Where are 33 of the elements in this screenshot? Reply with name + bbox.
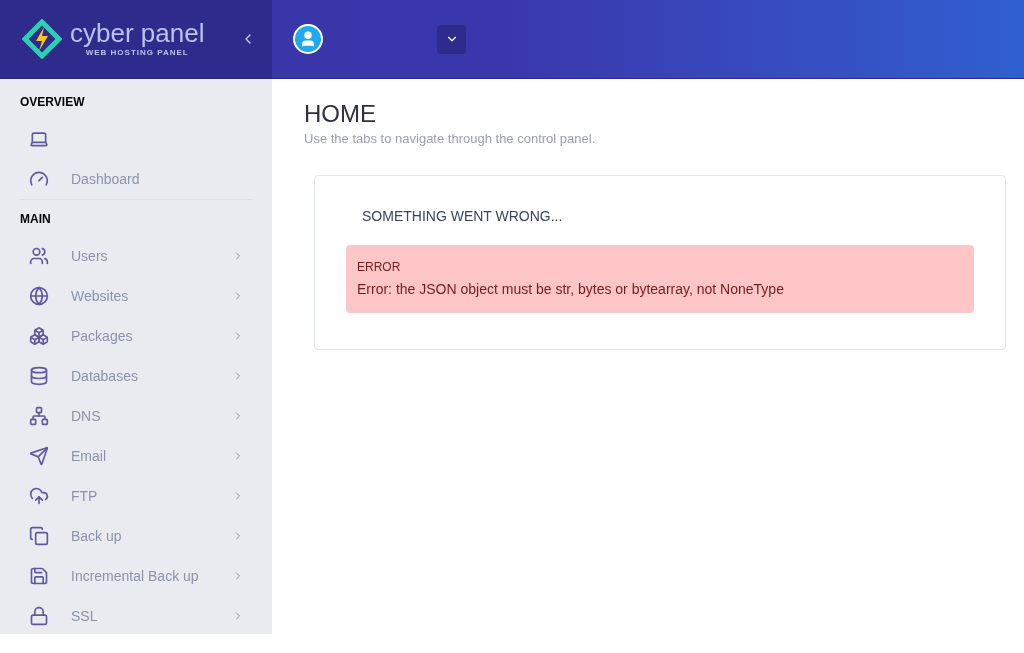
cloud-upload-icon: [29, 486, 49, 506]
sidebar-item[interactable]: Users: [20, 236, 252, 276]
sidebar-item[interactable]: DNS: [20, 396, 252, 436]
sidebar-item[interactable]: Databases: [20, 356, 252, 396]
globe-icon: [29, 286, 49, 306]
sidebar-item[interactable]: Websites: [20, 276, 252, 316]
copy-icon: [29, 526, 49, 546]
page-title: HOME: [304, 99, 377, 129]
page-subtitle: Use the tabs to navigate through the control panel.: [304, 130, 597, 148]
sidebar-item[interactable]: Packages: [20, 316, 252, 356]
logo-name: cyber panel: [70, 19, 205, 47]
sidebar-item[interactable]: Email: [20, 436, 252, 476]
alert-title: ERROR: [357, 258, 402, 276]
section-heading: MAIN: [20, 211, 52, 228]
card-heading: SOMETHING WENT WRONG...: [362, 206, 564, 226]
laptop-icon: [29, 129, 49, 149]
paper-plane-icon: [29, 446, 49, 466]
sidebar-item[interactable]: FTP: [20, 476, 252, 516]
gauge-icon: [29, 169, 49, 189]
sidebar-item[interactable]: Incremental Back up: [20, 556, 252, 596]
sidebar-item[interactable]: SSL: [20, 596, 252, 636]
logo-tagline: WEB HOSTING PANEL: [85, 47, 189, 59]
sidebar-item[interactable]: Back up: [20, 516, 252, 556]
avatar-icon[interactable]: [293, 24, 323, 54]
users-icon: [29, 246, 49, 266]
logo-icon: [22, 19, 62, 59]
boxes-icon: [29, 326, 49, 346]
section-heading: OVERVIEW: [20, 94, 86, 111]
sidebar-item[interactable]: Dashboard: [20, 159, 252, 199]
lock-icon: [29, 606, 49, 626]
database-icon: [29, 366, 49, 386]
alert-message: Error: the JSON object must be str, bytes or bytearray, not NoneType: [357, 279, 785, 299]
network-icon: [29, 406, 49, 426]
